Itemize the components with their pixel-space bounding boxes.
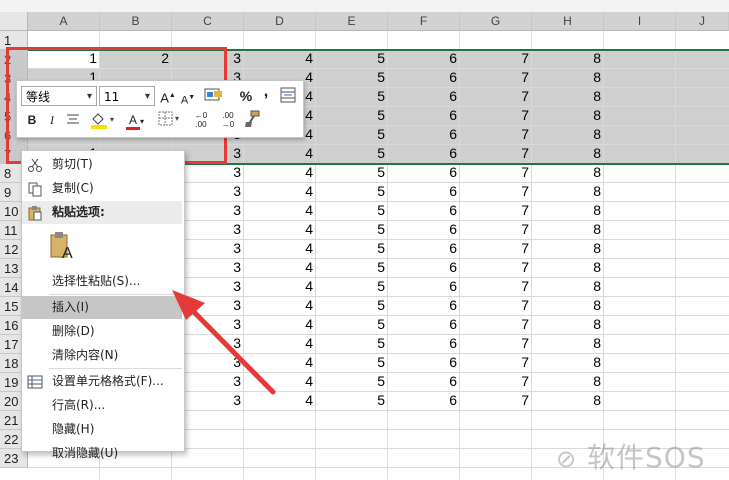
watermark-logo-icon: ⊘ bbox=[556, 445, 578, 473]
annotation-arrow bbox=[172, 290, 276, 395]
watermark: ⊘ 软件SOS bbox=[556, 441, 706, 474]
